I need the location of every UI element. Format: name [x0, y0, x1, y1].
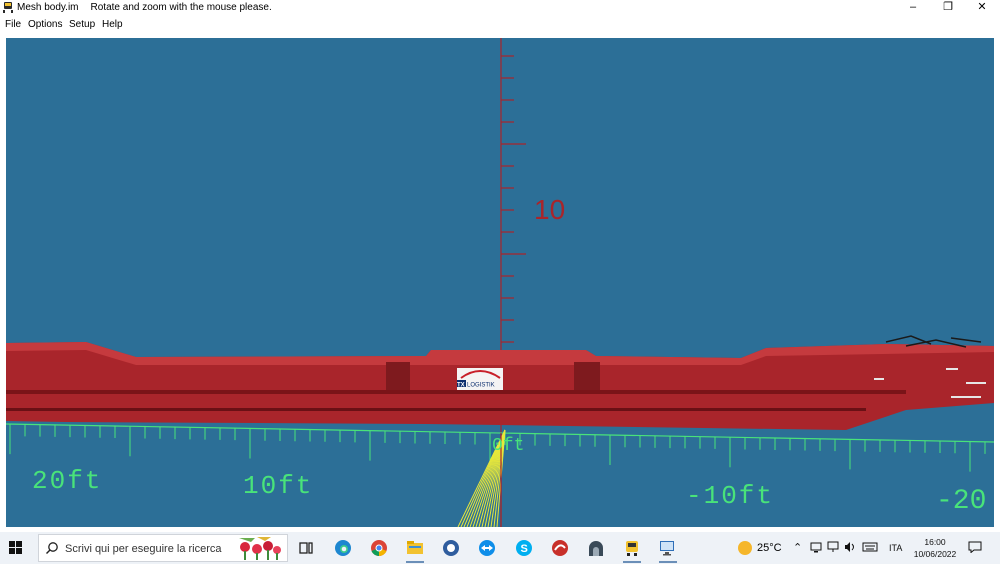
tunnel-app-icon[interactable] — [587, 539, 605, 557]
menu-setup[interactable]: Setup — [69, 19, 95, 30]
menu-bar: File Options Setup Help — [0, 16, 1000, 32]
ground-label-20ft: 20ft — [32, 466, 102, 496]
menu-file[interactable]: File — [5, 19, 21, 30]
wagon-mesh[interactable]: TX LOGISTIK — [6, 335, 994, 430]
scene-canvas[interactable]: 10 20ft 10ft 0ft -10ft -20 TX LOGISTIK — [6, 38, 994, 527]
menu-help[interactable]: Help — [102, 19, 123, 30]
desktop-app-icon[interactable] — [659, 539, 677, 557]
window-title-text: Mesh body.im — [17, 2, 79, 13]
teamviewer-icon[interactable] — [478, 539, 496, 557]
clock-time: 16:00 — [924, 537, 946, 547]
logo-tx-text: TX — [457, 383, 465, 389]
vertical-axis-ticks — [501, 55, 526, 365]
taskbar-search-box[interactable]: Scrivi qui per eseguire la ricerca — [38, 534, 288, 562]
flowers-decoration-icon — [239, 537, 281, 560]
close-button[interactable]: ✕ — [967, 0, 997, 16]
minimize-button[interactable]: – — [898, 0, 928, 16]
search-placeholder: Scrivi qui per eseguire la ricerca — [65, 543, 222, 555]
tray-expand-icon[interactable]: ⌃ — [793, 541, 802, 554]
weather-temperature[interactable]: 25°C — [757, 542, 782, 554]
title-bar: Mesh body.im Rotate and zoom with the mou… — [0, 0, 1000, 16]
file-explorer-icon[interactable] — [406, 539, 424, 557]
logo-brand-text: LOGISTIK — [467, 383, 495, 389]
red-app-icon[interactable] — [551, 539, 569, 557]
3d-viewport[interactable]: 10 20ft 10ft 0ft -10ft -20 TX LOGISTIK — [6, 38, 994, 527]
skype-icon[interactable]: S — [515, 539, 533, 557]
weather-sun-icon[interactable] — [738, 541, 752, 555]
file-explorer-active-indicator — [406, 561, 424, 563]
notification-icon[interactable] — [968, 541, 982, 553]
keyboard-icon[interactable] — [862, 541, 878, 553]
window-instructions: Rotate and zoom with the mouse please. — [90, 2, 272, 13]
language-indicator[interactable]: ITA — [889, 543, 902, 553]
train-app-icon — [3, 2, 13, 13]
window-title: Mesh body.im Rotate and zoom with the mou… — [17, 2, 272, 13]
volume-icon[interactable] — [844, 541, 856, 553]
edge-browser-icon[interactable] — [334, 539, 352, 557]
ground-label-minus-20: -20 — [936, 486, 986, 517]
desktop-app-active-indicator — [659, 561, 677, 563]
train-app-taskbar-icon[interactable] — [623, 539, 641, 557]
taskbar-clock[interactable]: 16:00 10/06/2022 — [912, 536, 958, 560]
menu-options[interactable]: Options — [28, 19, 62, 30]
generic-app-icon[interactable] — [442, 539, 460, 557]
task-view-icon[interactable] — [297, 539, 315, 557]
train-app-active-indicator — [623, 561, 641, 563]
windows-start-icon[interactable] — [6, 538, 26, 558]
ground-label-0ft: 0ft — [492, 436, 524, 456]
clock-date: 10/06/2022 — [913, 549, 957, 559]
vertical-axis-label: 10 — [534, 194, 565, 225]
ground-label-minus-10ft: -10ft — [686, 481, 774, 511]
ground-label-10ft: 10ft — [243, 471, 313, 501]
search-icon — [46, 542, 58, 554]
network-icon[interactable] — [810, 541, 822, 553]
display-icon[interactable] — [827, 541, 839, 553]
svg-text:S: S — [521, 543, 528, 555]
taskbar: Scrivi qui per eseguire la ricerca S 25°… — [0, 532, 1000, 564]
restore-button[interactable]: ❐ — [933, 0, 963, 16]
chrome-browser-icon[interactable] — [370, 539, 388, 557]
